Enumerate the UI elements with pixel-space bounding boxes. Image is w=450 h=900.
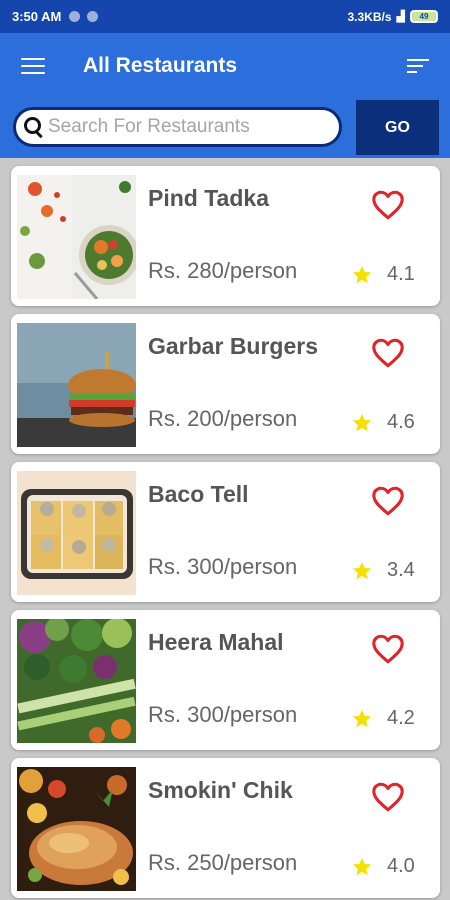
- network-speed: 3.3KB/s: [347, 9, 392, 24]
- star-icon: [352, 561, 372, 580]
- heart-outline-icon[interactable]: [370, 632, 406, 666]
- star-icon: [352, 857, 372, 876]
- restaurant-image: [17, 619, 136, 743]
- heart-outline-icon[interactable]: [370, 336, 406, 370]
- restaurant-image: [17, 175, 136, 299]
- restaurant-price: Rs. 280/person: [148, 258, 298, 283]
- search-box[interactable]: [13, 107, 342, 147]
- restaurant-image: [17, 471, 136, 595]
- restaurant-rating: 4.1: [387, 263, 415, 285]
- restaurant-name: Garbar Burgers: [148, 333, 319, 359]
- restaurant-card[interactable]: Pind Tadka Rs. 280/person 4.1: [11, 166, 440, 306]
- signal-icon: ▟: [396, 11, 405, 23]
- sort-icon[interactable]: [407, 59, 429, 73]
- restaurant-name: Heera Mahal: [148, 629, 284, 655]
- restaurant-card[interactable]: Garbar Burgers Rs. 200/person 4.6: [11, 314, 440, 454]
- notification-icon: [69, 11, 81, 22]
- battery-icon: 49: [410, 10, 438, 23]
- go-button[interactable]: GO: [356, 100, 439, 155]
- restaurant-rating: 3.4: [387, 559, 415, 581]
- restaurant-name: Smokin' Chik: [148, 777, 293, 803]
- restaurant-card[interactable]: Baco Tell Rs. 300/person 3.4: [11, 462, 440, 602]
- search-bar: GO: [0, 99, 450, 158]
- restaurant-price: Rs. 200/person: [148, 406, 298, 431]
- star-icon: [352, 265, 372, 284]
- heart-outline-icon[interactable]: [370, 484, 406, 518]
- status-time: 3:50 AM: [12, 9, 62, 24]
- status-bar: 3:50 AM 3.3KB/s ▟ 49: [0, 0, 450, 33]
- restaurant-card[interactable]: Heera Mahal Rs. 300/person 4.2: [11, 610, 440, 750]
- star-icon: [352, 709, 372, 728]
- heart-outline-icon[interactable]: [370, 780, 406, 814]
- restaurant-card[interactable]: Smokin' Chik Rs. 250/person 4.0: [11, 758, 440, 898]
- restaurant-price: Rs. 250/person: [148, 850, 298, 875]
- battery-level: 49: [419, 12, 429, 21]
- restaurant-price: Rs. 300/person: [148, 702, 298, 727]
- restaurant-image: [17, 323, 136, 447]
- restaurant-price: Rs. 300/person: [148, 554, 298, 579]
- notification-icon: [87, 11, 99, 22]
- restaurant-name: Pind Tadka: [148, 185, 269, 211]
- hamburger-menu-icon[interactable]: [21, 58, 45, 74]
- search-input[interactable]: [48, 116, 328, 138]
- restaurant-rating: 4.6: [387, 411, 415, 433]
- restaurant-rating: 4.2: [387, 707, 415, 729]
- status-indicators: 3.3KB/s ▟ 49: [347, 9, 438, 24]
- restaurant-image: [17, 767, 136, 891]
- page-title: All Restaurants: [83, 54, 238, 77]
- app-bar: All Restaurants: [0, 33, 450, 99]
- heart-outline-icon[interactable]: [370, 188, 406, 222]
- star-icon: [352, 413, 372, 432]
- search-icon: [23, 116, 45, 138]
- restaurant-name: Baco Tell: [148, 481, 249, 507]
- restaurant-rating: 4.0: [387, 855, 415, 877]
